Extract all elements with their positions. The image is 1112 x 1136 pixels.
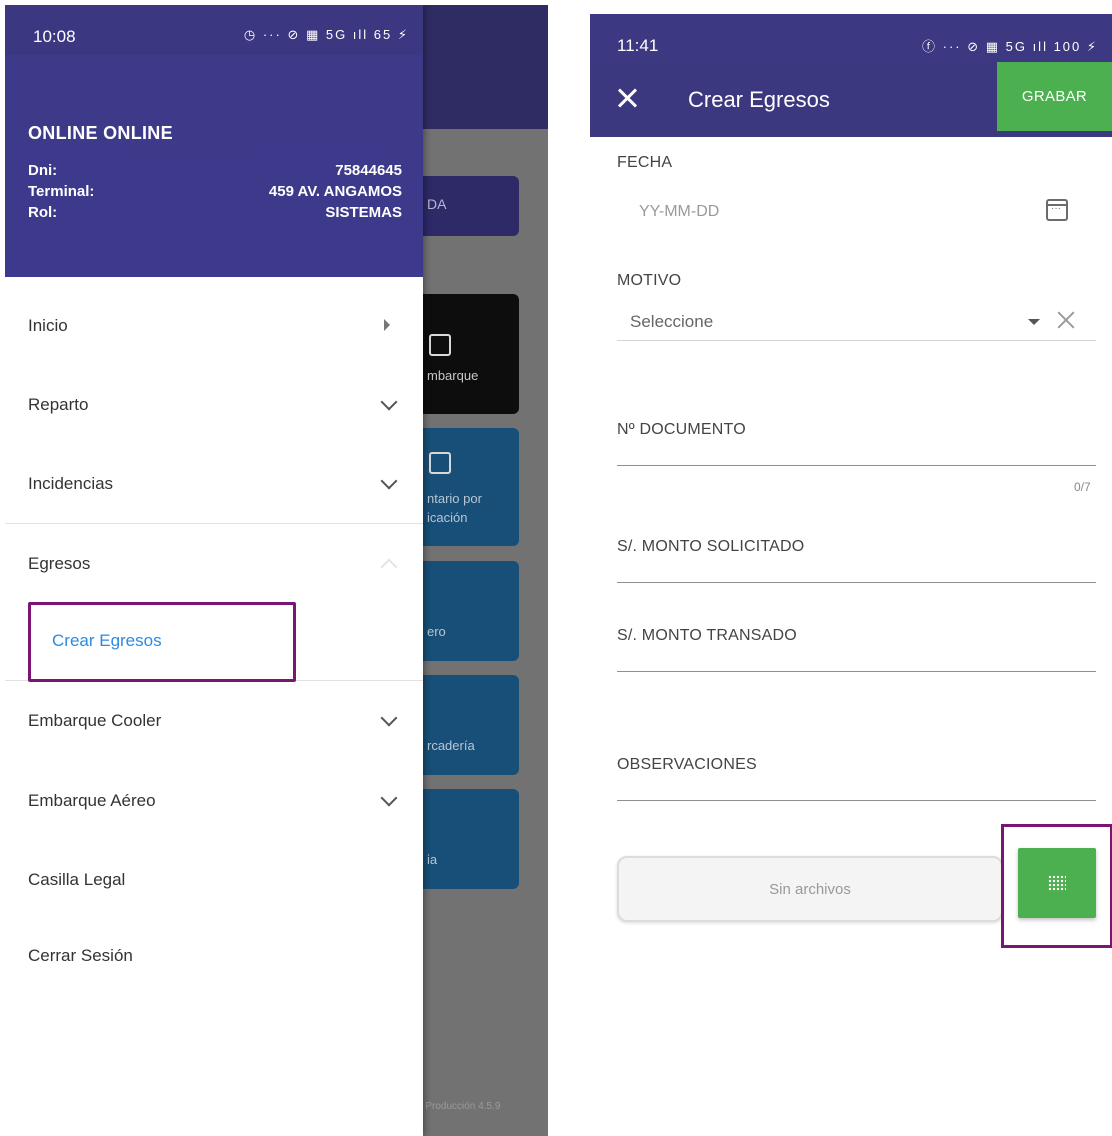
caret-down-icon[interactable] xyxy=(1028,319,1040,325)
status-icons: ⓕ ··· ⊘ ▦ 5G ıll 100 ⚡ xyxy=(922,39,1098,54)
rol-label: Rol: xyxy=(28,204,58,221)
app-version: n Producción 4.5.9 xyxy=(417,1101,501,1112)
monto-transado-label: S/. MONTO TRANSADO xyxy=(617,627,797,644)
save-button[interactable]: GRABAR xyxy=(997,62,1112,131)
left-screen: DA mbarque ntario por icación ero rcader… xyxy=(5,5,548,1136)
menu-item-label: Casilla Legal xyxy=(28,870,126,889)
app-bar: Crear Egresos GRABAR xyxy=(590,62,1112,137)
dni-row: Dni: 75844645 xyxy=(28,162,402,179)
menu-item-casilla-legal[interactable]: Casilla Legal xyxy=(5,841,423,919)
terminal-value: 459 AV. ANGAMOS xyxy=(268,183,402,200)
background-card-label: rcadería xyxy=(427,738,475,753)
terminal-label: Terminal: xyxy=(28,183,95,200)
monto-solicitado-input[interactable] xyxy=(617,582,1096,583)
rol-value: SISTEMAS xyxy=(325,204,402,221)
menu-item-label: Reparto xyxy=(28,395,89,414)
arrow-right-icon xyxy=(384,319,390,331)
menu-item-label: Egresos xyxy=(28,554,91,573)
chevron-up-icon xyxy=(380,558,398,576)
motivo-select[interactable]: Seleccione xyxy=(630,312,713,332)
background-card-label: ia xyxy=(427,852,438,867)
archive-icon xyxy=(429,334,451,356)
menu-item-inicio[interactable]: Inicio xyxy=(5,287,423,365)
page-title: Crear Egresos xyxy=(688,87,830,112)
highlight-box xyxy=(1001,824,1112,948)
documento-input[interactable] xyxy=(617,465,1096,466)
right-screen: 11:41 ⓕ ··· ⊘ ▦ 5G ıll 100 ⚡ Crear Egres… xyxy=(590,14,1112,1136)
status-icons: ◷ ··· ⊘ ▦ 5G ıll 65 ⚡ xyxy=(243,27,409,42)
clear-icon[interactable] xyxy=(1056,310,1076,330)
background-card-label: mbarque xyxy=(427,368,479,383)
menu-item-egresos[interactable]: Egresos xyxy=(5,525,423,603)
documento-counter: 0/7 xyxy=(1074,480,1091,494)
fecha-label: FECHA xyxy=(617,154,673,171)
rol-row: Rol: SISTEMAS xyxy=(28,204,402,221)
attachments-field[interactable]: Sin archivos xyxy=(617,856,1003,922)
chevron-down-icon xyxy=(380,709,398,727)
observaciones-input[interactable] xyxy=(617,800,1096,801)
terminal-row: Terminal: 459 AV. ANGAMOS xyxy=(28,183,402,200)
background-card-label: icación xyxy=(427,510,468,525)
menu-item-embarque-cooler[interactable]: Embarque Cooler xyxy=(5,682,423,760)
menu-item-label: Incidencias xyxy=(28,474,114,493)
navigation-drawer: 10:08 ◷ ··· ⊘ ▦ 5G ıll 65 ⚡ ONLINE ONLIN… xyxy=(5,5,423,1136)
dni-label: Dni: xyxy=(28,162,58,179)
documento-label: Nº DOCUMENTO xyxy=(617,421,746,438)
menu-item-label: Embarque Aéreo xyxy=(28,791,156,810)
menu-item-label: Cerrar Sesión xyxy=(28,946,133,965)
background-card-label: ntario por xyxy=(427,491,482,506)
motivo-label: MOTIVO xyxy=(617,272,682,289)
status-bar: 10:08 ◷ ··· ⊘ ▦ 5G ıll 65 ⚡ xyxy=(5,5,423,55)
chevron-down-icon xyxy=(380,393,398,411)
fecha-input[interactable]: YY-MM-DD xyxy=(639,203,719,221)
menu-item-embarque-aereo[interactable]: Embarque Aéreo xyxy=(5,762,423,840)
monto-transado-input[interactable] xyxy=(617,671,1096,672)
menu-item-reparto[interactable]: Reparto xyxy=(5,366,423,444)
divider xyxy=(5,523,423,524)
highlight-box xyxy=(28,602,296,682)
dni-value: 75844645 xyxy=(335,162,402,179)
calendar-icon[interactable] xyxy=(1046,199,1068,221)
monto-solicitado-label: S/. MONTO SOLICITADO xyxy=(617,538,805,555)
background-top-button-label: DA xyxy=(427,196,447,212)
status-time: 11:41 xyxy=(617,36,659,55)
background-card-label: ero xyxy=(427,624,446,639)
menu-item-label: Inicio xyxy=(28,316,68,335)
motivo-underline xyxy=(617,340,1096,341)
menu-item-label: Embarque Cooler xyxy=(28,711,162,730)
close-icon[interactable] xyxy=(616,86,640,110)
observaciones-label: OBSERVACIONES xyxy=(617,756,757,773)
user-name: ONLINE ONLINE xyxy=(28,123,173,143)
status-time: 10:08 xyxy=(33,27,76,46)
menu-item-cerrar-sesion[interactable]: Cerrar Sesión xyxy=(5,917,423,995)
menu-item-incidencias[interactable]: Incidencias xyxy=(5,445,423,523)
drawer-header: ONLINE ONLINE Dni: 75844645 Terminal: 45… xyxy=(5,55,423,277)
clipboard-icon xyxy=(429,452,451,474)
chevron-down-icon xyxy=(380,472,398,490)
chevron-down-icon xyxy=(380,789,398,807)
status-bar: 11:41 ⓕ ··· ⊘ ▦ 5G ıll 100 ⚡ xyxy=(590,14,1112,62)
